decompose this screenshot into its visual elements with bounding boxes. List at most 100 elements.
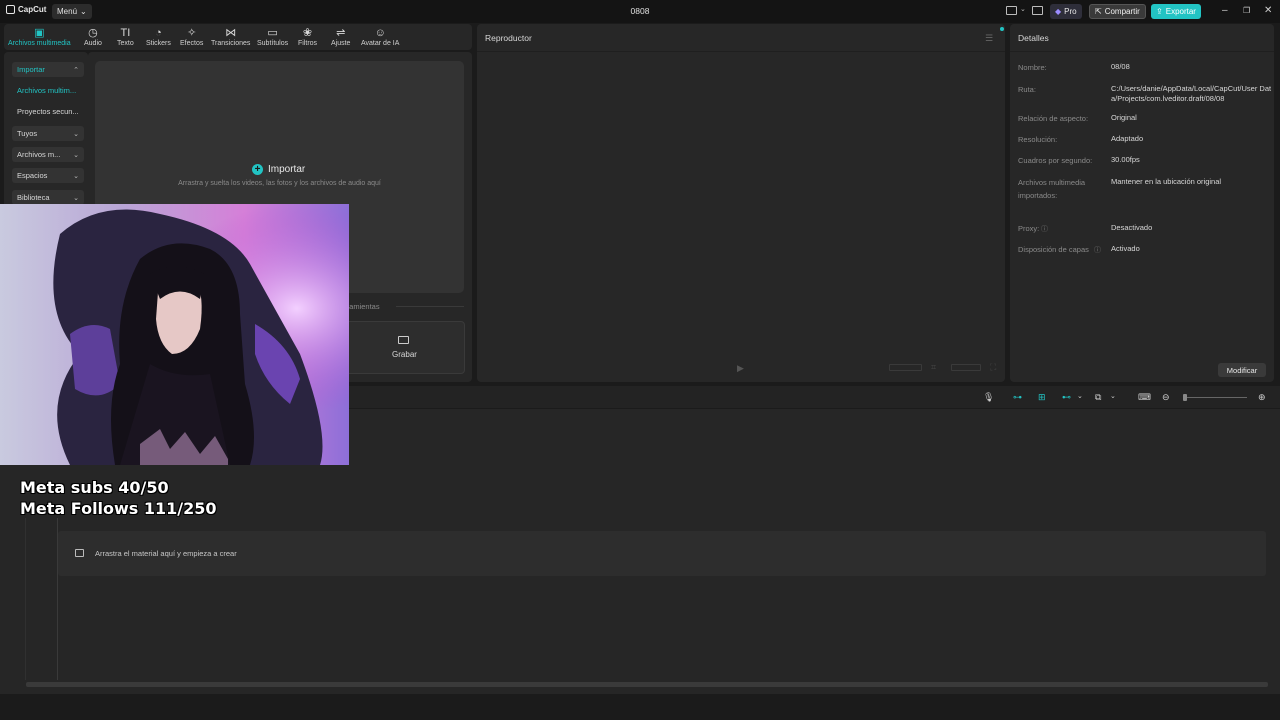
- sidebar-item-media-files[interactable]: Archivos multim...: [12, 83, 84, 98]
- sidebar-item-media-library[interactable]: Archivos m... ⌄: [12, 147, 84, 162]
- tab-label: Texto: [117, 40, 134, 47]
- detail-value: Activado: [1111, 244, 1140, 253]
- tab-filters[interactable]: ❀ Filtros: [298, 27, 317, 47]
- tab-label: Archivos multimedia: [8, 40, 71, 47]
- fullscreen-icon[interactable]: ⛶: [990, 362, 996, 373]
- tab-ai-avatar[interactable]: ☺ Avatar de IA: [361, 27, 399, 47]
- film-icon: [75, 549, 84, 557]
- sidebar-item-spaces[interactable]: Espacios ⌄: [12, 168, 84, 183]
- menu-label: Menú: [57, 7, 78, 16]
- crop-icon[interactable]: ⌗: [931, 362, 936, 373]
- detail-label: Relación de aspecto:: [1018, 114, 1089, 123]
- info-icon[interactable]: ⓘ: [1041, 224, 1048, 234]
- preview-axis-icon[interactable]: ⊷: [1062, 392, 1071, 403]
- tab-label: Subtítulos: [257, 40, 289, 47]
- layout-icon[interactable]: [1006, 6, 1017, 15]
- detail-label: Resolución:: [1018, 135, 1058, 144]
- sidebar-item-label: Archivos multim...: [17, 86, 77, 95]
- zoom-in-icon[interactable]: ⊕: [1258, 392, 1266, 403]
- sidebar-item-label: Tuyos: [17, 129, 38, 138]
- timecode-box: [889, 364, 922, 371]
- tab-transitions[interactable]: ⋈ Transiciones: [211, 27, 250, 47]
- export-button[interactable]: ⇪ Exportar: [1151, 4, 1201, 19]
- detail-value: Original: [1111, 113, 1137, 122]
- magnet-icon[interactable]: ⊶: [1013, 392, 1022, 403]
- audio-icon: ◷: [88, 27, 98, 39]
- capcut-logo: CapCut: [6, 5, 46, 14]
- sidebar-item-yours[interactable]: Tuyos ⌄: [12, 126, 84, 141]
- notification-dot: [1000, 27, 1004, 31]
- main-track-dropzone[interactable]: [58, 531, 1266, 576]
- shortcuts-icon[interactable]: [1032, 6, 1043, 15]
- link-icon[interactable]: ⊞: [1038, 392, 1046, 403]
- details-panel: [1010, 24, 1274, 382]
- detail-value: Desactivado: [1111, 223, 1153, 232]
- player-panel: [477, 24, 1005, 382]
- sidebar-item-label: Archivos m...: [17, 150, 61, 159]
- export-label: Exportar: [1165, 7, 1196, 16]
- detail-label: Ruta:: [1018, 85, 1036, 94]
- play-icon[interactable]: ▶: [737, 363, 744, 374]
- detail-value: Adaptado: [1111, 134, 1144, 143]
- adjust-icon: ⇌: [336, 27, 346, 39]
- stream-goal-subs: Meta subs 40/50: [20, 478, 169, 497]
- tab-media[interactable]: ▣ Archivos multimedia: [8, 27, 71, 47]
- subtitle-track-icon[interactable]: ⌨: [1138, 392, 1151, 403]
- restore-icon[interactable]: ❐: [1243, 6, 1250, 15]
- timeline-divider: [25, 518, 26, 680]
- close-icon[interactable]: ✕: [1264, 5, 1272, 16]
- zoom-out-icon[interactable]: ⊖: [1162, 392, 1170, 403]
- timeline-scrollbar[interactable]: [26, 682, 1268, 687]
- sidebar-item-label: Biblioteca: [17, 193, 50, 202]
- zoom-slider-handle[interactable]: [1183, 394, 1187, 401]
- sidebar-item-label: Proyectos secun...: [17, 107, 79, 116]
- record-button[interactable]: [344, 321, 465, 374]
- modify-button[interactable]: Modificar: [1218, 363, 1266, 377]
- tab-audio[interactable]: ◷ Audio: [84, 27, 102, 47]
- tab-adjust[interactable]: ⇌ Ajuste: [331, 27, 350, 47]
- split-icon[interactable]: ⧉: [1095, 392, 1101, 403]
- asset-tabs: ▣ Archivos multimedia ◷ Audio TI Texto ◔…: [4, 24, 472, 50]
- tab-label: Stickers: [146, 40, 171, 47]
- media-icon: ▣: [34, 27, 45, 39]
- player-menu-icon[interactable]: ☰: [985, 33, 993, 44]
- share-button[interactable]: ⇱ Compartir: [1089, 4, 1146, 19]
- chevron-down-icon[interactable]: ⌄: [1077, 392, 1083, 400]
- player-title: Reproductor: [485, 33, 532, 43]
- tab-subtitles[interactable]: ▭ Subtítulos: [257, 27, 288, 47]
- sidebar-item-label: Espacios: [17, 171, 48, 180]
- ai-avatar-icon: ☺: [374, 27, 386, 39]
- menu-button[interactable]: Menú ⌄: [52, 4, 92, 19]
- sidebar-item-secondary-projects[interactable]: Proyectos secun...: [12, 104, 84, 119]
- logo-text: CapCut: [18, 5, 47, 14]
- sidebar-item-import[interactable]: Importar ⌃: [12, 62, 84, 77]
- record-label: Grabar: [392, 350, 417, 359]
- divider: [396, 306, 464, 307]
- chevron-down-icon: ⌄: [73, 130, 79, 138]
- chevron-down-icon: ⌄: [73, 151, 79, 159]
- chevron-down-icon[interactable]: ⌄: [1110, 392, 1116, 400]
- tab-text[interactable]: TI Texto: [117, 27, 134, 47]
- pro-button[interactable]: ◆ Pro: [1050, 4, 1082, 19]
- subtitles-icon: ▭: [267, 27, 278, 39]
- tab-label: Filtros: [298, 40, 318, 47]
- microphone-icon[interactable]: 🎙: [983, 392, 994, 403]
- zoom-slider[interactable]: [1183, 397, 1247, 398]
- sidebar-item-library[interactable]: Biblioteca ⌄: [12, 190, 84, 205]
- pro-label: Pro: [1064, 7, 1077, 16]
- import-button[interactable]: + Importar: [252, 164, 305, 175]
- effects-icon: ✧: [187, 27, 197, 39]
- detail-label: Cuadros por segundo:: [1018, 156, 1093, 165]
- tab-label: Efectos: [180, 40, 204, 47]
- tab-label: Audio: [84, 40, 102, 47]
- export-icon: ⇪: [1156, 7, 1163, 16]
- minimize-icon[interactable]: –: [1222, 5, 1228, 16]
- detail-value: C:/Users/danie/AppData/Local/CapCut/User…: [1111, 84, 1272, 103]
- info-icon[interactable]: ⓘ: [1094, 245, 1101, 255]
- ratio-box[interactable]: [951, 364, 981, 371]
- share-label: Compartir: [1104, 7, 1140, 16]
- chevron-down-icon[interactable]: ⌄: [1020, 5, 1026, 13]
- tab-effects[interactable]: ✧ Efectos: [180, 27, 203, 47]
- diamond-icon: ◆: [1055, 7, 1062, 16]
- tab-stickers[interactable]: ◔ Stickers: [146, 27, 171, 47]
